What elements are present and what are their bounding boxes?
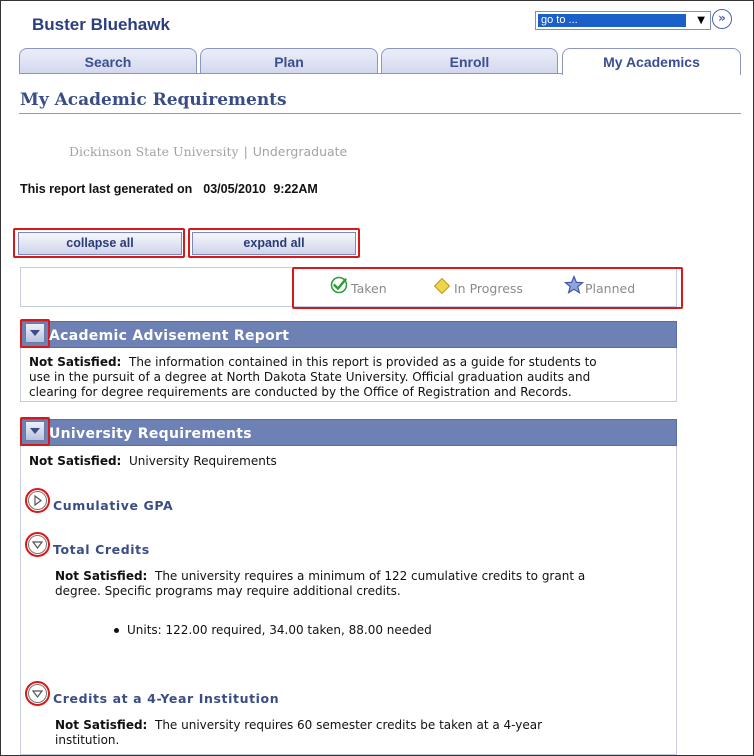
section-title-university-requirements: University Requirements	[49, 426, 252, 442]
status-label: Not Satisfied:	[55, 718, 148, 732]
app-frame: Buster Bluehawk go to ... ▼ » Search Pla…	[0, 0, 754, 756]
advisement-description: Not Satisfied: The information contained…	[29, 355, 669, 400]
description-line: The information contained in this report…	[129, 355, 597, 369]
units-list-item: Units: 122.00 required, 34.00 taken, 88.…	[114, 623, 432, 638]
report-label: This report last generated on	[20, 182, 193, 196]
tab-my-academics[interactable]: My Academics	[562, 48, 741, 75]
requirement-title-cumulative-gpa[interactable]: Cumulative GPA	[53, 498, 173, 513]
section-body-university-requirements	[20, 446, 677, 755]
requirement-title-total-credits[interactable]: Total Credits	[53, 542, 150, 557]
user-name: Buster Bluehawk	[32, 15, 170, 34]
status-label: Not Satisfied:	[55, 569, 148, 583]
institution-name: Dickinson State University	[69, 144, 239, 159]
tab-plan[interactable]: Plan	[200, 48, 378, 74]
highlight-circle	[25, 532, 50, 557]
highlight-circle	[25, 681, 50, 706]
highlight-box	[20, 417, 50, 446]
highlight-box	[188, 228, 360, 258]
requirement-title-4-year-credits[interactable]: Credits at a 4-Year Institution	[53, 691, 279, 706]
description-line: degree. Specific programs may require ad…	[55, 584, 401, 598]
institution-separator: |	[243, 144, 248, 159]
page-title: My Academic Requirements	[20, 90, 287, 110]
goto-selected-value: go to ...	[538, 14, 686, 27]
university-requirements-status: Not Satisfied: University Requirements	[29, 454, 277, 469]
four-year-credits-description: Not Satisfied: The university requires 6…	[55, 718, 665, 748]
title-divider	[19, 113, 741, 114]
go-icon[interactable]: »	[712, 9, 732, 29]
highlight-box	[292, 267, 683, 309]
status-text: University Requirements	[129, 454, 277, 468]
highlight-box	[13, 228, 185, 258]
status-label: Not Satisfied:	[29, 355, 122, 369]
institution-line: Dickinson State University | Undergraduate	[69, 144, 347, 159]
dropdown-caret-icon: ▼	[697, 15, 705, 26]
description-line: institution.	[55, 733, 120, 747]
description-line: The university requires a minimum of 122…	[155, 569, 586, 583]
tab-search[interactable]: Search	[19, 48, 197, 74]
report-time: 9:22AM	[273, 182, 318, 196]
highlight-box	[20, 319, 50, 348]
description-line: use in the pursuit of a degree at North …	[29, 370, 591, 384]
description-line: The university requires 60 semester cred…	[155, 718, 543, 732]
section-title-advisement: Academic Advisement Report	[49, 328, 290, 344]
highlight-circle	[25, 488, 50, 513]
total-credits-description: Not Satisfied: The university requires a…	[55, 569, 665, 599]
units-summary: Units: 122.00 required, 34.00 taken, 88.…	[127, 623, 432, 637]
description-line: clearing for degree requirements are con…	[29, 385, 572, 399]
status-label: Not Satisfied:	[29, 454, 122, 468]
career-name: Undergraduate	[252, 144, 348, 159]
report-date: 03/05/2010	[203, 182, 266, 196]
bullet-icon	[114, 628, 119, 633]
tab-enroll[interactable]: Enroll	[381, 48, 558, 74]
report-generated-line: This report last generated on 03/05/2010 …	[20, 182, 318, 196]
goto-select[interactable]: go to ... ▼	[535, 11, 711, 30]
